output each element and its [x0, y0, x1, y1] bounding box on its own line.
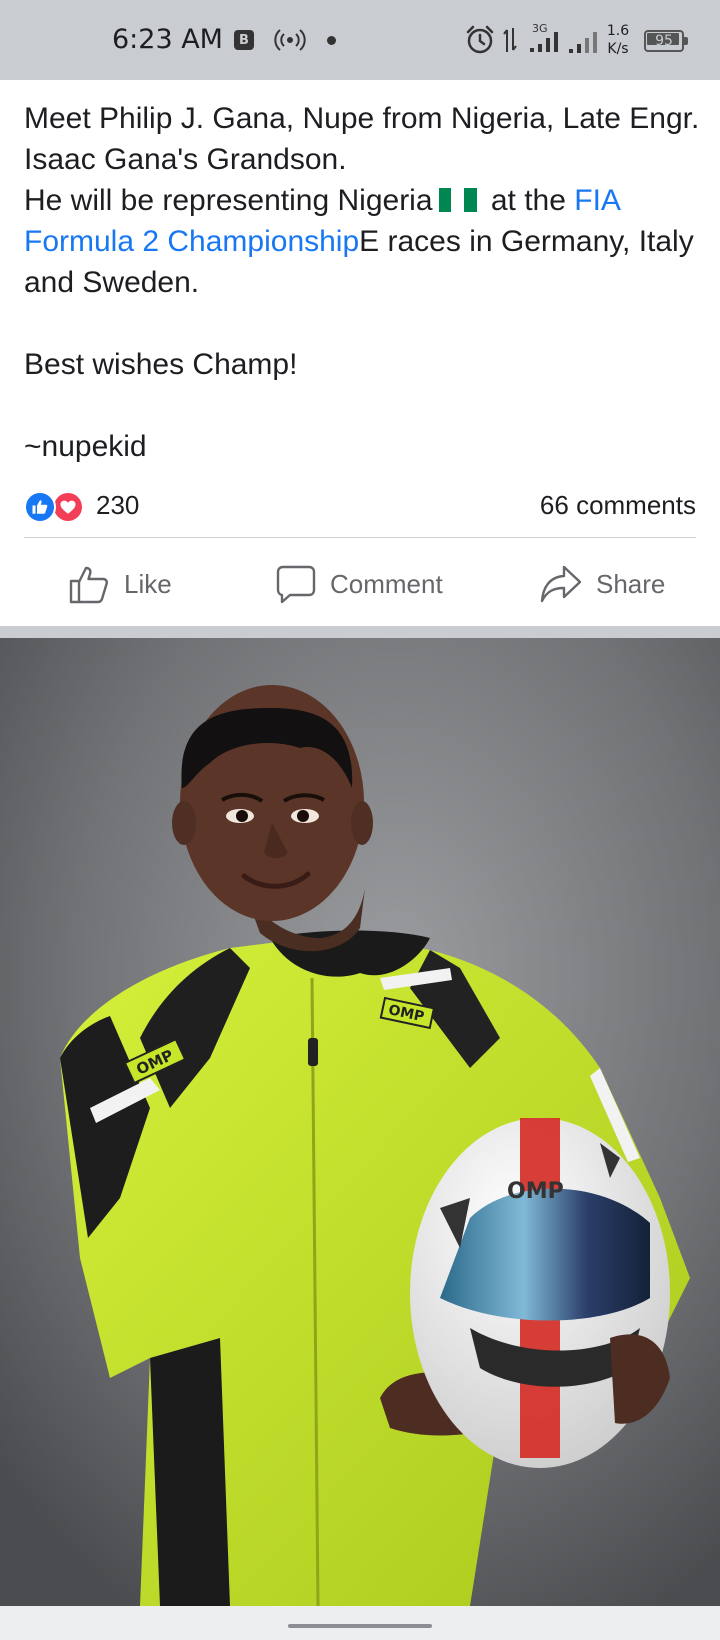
share-button-label: Share — [596, 568, 666, 599]
post-line-intro: Meet Philip J. Gana, Nupe from Nigeria, … — [24, 102, 700, 176]
post-signature: ~nupekid — [24, 430, 147, 463]
thumbs-up-icon — [69, 566, 108, 604]
post-photo[interactable]: OMP OMP OMP — [0, 638, 720, 1606]
divider — [24, 537, 696, 538]
comment-button[interactable]: Comment — [276, 548, 443, 620]
helmet-logo: OMP — [507, 1179, 564, 1204]
b-badge-icon: B — [234, 30, 254, 50]
post-separator — [0, 626, 720, 638]
love-reaction-icon — [52, 491, 84, 523]
data-arrows-icon — [502, 26, 518, 54]
signal-icon-secondary — [568, 30, 598, 54]
comment-button-label: Comment — [330, 568, 443, 599]
battery-icon: 95 — [644, 30, 688, 52]
post-line-wishes: Best wishes Champ! — [24, 348, 298, 381]
network-type-label: 3G — [532, 22, 548, 35]
network-speed: 1.6 K/s — [603, 20, 633, 60]
post-line-representing: He will be representing Nigeria at the F… — [24, 180, 704, 303]
dot-icon — [327, 36, 336, 45]
status-bar: 6:23 AM B 3G 1.6 K/s 95 — [0, 0, 720, 80]
comments-count[interactable]: 66 comments — [540, 490, 696, 521]
speed-unit: K/s — [607, 41, 629, 57]
like-button-label: Like — [124, 568, 172, 599]
speed-value: 1.6 — [606, 23, 630, 39]
reaction-count[interactable]: 230 — [96, 490, 139, 521]
post-text: Meet Philip J. Gana, Nupe from Nigeria, … — [24, 98, 704, 467]
post-line-representing-mid: at the — [482, 184, 575, 217]
status-time: 6:23 AM — [112, 24, 223, 55]
racing-driver-photo: OMP OMP OMP — [0, 638, 720, 1606]
home-indicator[interactable] — [288, 1624, 432, 1628]
post-line-representing-start: He will be representing Nigeria — [24, 184, 433, 217]
signal-icon: 3G — [528, 22, 564, 54]
share-button[interactable]: Share — [540, 548, 665, 620]
hotspot-icon — [274, 26, 306, 54]
alarm-icon — [464, 24, 496, 56]
reaction-icons[interactable] — [24, 491, 90, 523]
post-action-bar: Like Comment Share — [0, 548, 720, 620]
like-reaction-icon — [24, 491, 56, 523]
comment-bubble-icon — [276, 565, 316, 604]
like-button[interactable]: Like — [68, 548, 172, 620]
nigeria-flag-icon — [438, 182, 477, 212]
share-arrow-icon — [540, 565, 582, 603]
battery-level: 95 — [655, 33, 673, 49]
reactions-summary[interactable]: 230 66 comments — [24, 488, 696, 524]
system-nav-bar — [0, 1606, 720, 1640]
